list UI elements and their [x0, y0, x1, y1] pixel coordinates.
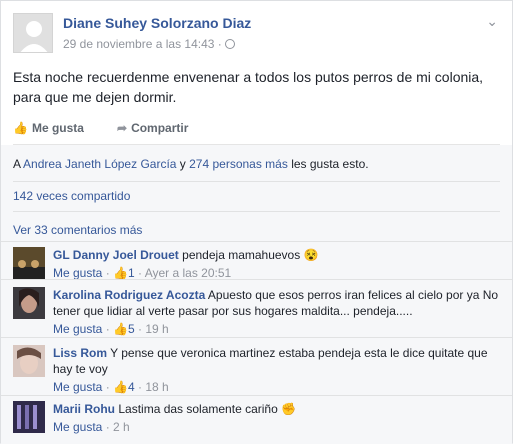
like-label: Me gusta [31, 121, 84, 135]
comment-like-link[interactable]: Me gusta [53, 266, 102, 280]
comment-text: Lastima das solamente cariño ✊ [118, 402, 297, 416]
comment-item: Liss Rom Y pense que veronica martinez e… [13, 345, 500, 395]
likes-suffix: les gusta esto. [287, 157, 369, 171]
separator-dot: · [105, 266, 110, 280]
commenter-name[interactable]: Marii Rohu [53, 402, 115, 416]
comment-item: Karolina Rodriguez Acozta Apuesto que es… [13, 287, 500, 337]
comment-body: GL Danny Joel Drouet pendeja mamahuevos … [53, 247, 500, 281]
commenter-avatar[interactable] [13, 345, 45, 377]
comment-meta: Me gusta · 2 h [53, 419, 500, 435]
post-card: Diane Suhey Solorzano Diaz 29 de noviemb… [0, 0, 513, 444]
commenter-avatar[interactable] [13, 401, 45, 433]
globe-icon [224, 39, 235, 49]
likes-prefix: A [13, 157, 24, 171]
comment-body: Liss Rom Y pense que veronica martinez e… [53, 345, 500, 395]
comment-like-count[interactable]: 5 [128, 322, 135, 336]
comment-like-link[interactable]: Me gusta [53, 322, 102, 336]
comment-like-count[interactable]: 4 [128, 380, 135, 394]
share-button[interactable]: ➦ Compartir [117, 121, 188, 135]
other-likers-link[interactable]: 274 personas más [189, 157, 288, 171]
commenter-name[interactable]: GL Danny Joel Drouet [53, 248, 179, 262]
share-arrow-icon: ➦ [117, 121, 128, 135]
commenter-avatar[interactable] [13, 247, 45, 279]
post-header: Diane Suhey Solorzano Diaz 29 de noviemb… [13, 13, 500, 57]
post-body: Esta noche recuerdenme envenenar a todos… [13, 69, 484, 105]
comment-time[interactable]: 19 h [145, 322, 168, 336]
divider [13, 211, 500, 212]
like-button[interactable]: 👍 Me gusta [13, 121, 84, 135]
divider [1, 241, 512, 242]
comment-item: Marii Rohu Lastima das solamente cariño … [13, 401, 500, 437]
comment-like-count[interactable]: 1 [128, 266, 135, 280]
divider [1, 337, 512, 338]
comment-body: Karolina Rodriguez Acozta Apuesto que es… [53, 287, 500, 337]
view-more-comments-link[interactable]: Ver 33 comentarios más [13, 223, 142, 237]
engagement-summary: A Andrea Janeth López García y 274 perso… [1, 145, 512, 241]
comment-meta: Me gusta · 👍4 · 18 h [53, 379, 500, 395]
author-avatar[interactable] [13, 13, 53, 53]
comment-text: pendeja mamahuevos 😵 [182, 248, 319, 262]
comment-meta: Me gusta · 👍5 · 19 h [53, 321, 500, 337]
likes-summary: A Andrea Janeth López García y 274 perso… [13, 157, 369, 171]
separator-dot: · [105, 420, 110, 434]
thumbs-up-icon: 👍 [113, 322, 128, 336]
thumbs-up-icon: 👍 [13, 121, 28, 135]
commenter-name[interactable]: Liss Rom [53, 346, 107, 360]
author-name[interactable]: Diane Suhey Solorzano Diaz [63, 15, 251, 31]
separator-dot: · [138, 380, 143, 394]
commenter-name[interactable]: Karolina Rodriguez Acozta [53, 288, 205, 302]
comment-like-link[interactable]: Me gusta [53, 420, 102, 434]
comment-time[interactable]: 18 h [145, 380, 168, 394]
comment-time[interactable]: Ayer a las 20:51 [145, 266, 232, 280]
timestamp-text[interactable]: 29 de noviembre a las 14:43 · [63, 37, 222, 51]
separator-dot: · [138, 322, 143, 336]
comment-item: GL Danny Joel Drouet pendeja mamahuevos … [13, 247, 500, 281]
divider [13, 181, 500, 182]
divider [1, 395, 512, 396]
avatar-image [13, 401, 45, 433]
separator-dot: · [105, 380, 110, 394]
comments-list: GL Danny Joel Drouet pendeja mamahuevos … [1, 241, 512, 444]
post-actions: 👍 Me gusta ➦ Compartir [13, 117, 500, 141]
separator-dot: · [138, 266, 143, 280]
comment-text: Y pense que veronica martinez estaba pen… [53, 346, 488, 376]
chevron-down-icon[interactable]: ⌄ [486, 13, 498, 30]
post-timestamp: 29 de noviembre a las 14:43 · [63, 37, 235, 51]
avatar-image [13, 345, 45, 377]
avatar-image [13, 247, 45, 279]
comment-body: Marii Rohu Lastima das solamente cariño … [53, 401, 500, 435]
avatar-image [13, 287, 45, 319]
likes-joiner: y [176, 157, 190, 171]
default-profile-icon [14, 14, 52, 52]
divider [1, 279, 512, 280]
liker-name-link[interactable]: Andrea Janeth López García [23, 157, 176, 171]
commenter-avatar[interactable] [13, 287, 45, 319]
comment-like-link[interactable]: Me gusta [53, 380, 102, 394]
thumbs-up-icon: 👍 [113, 380, 128, 394]
share-label: Compartir [131, 121, 189, 135]
comment-time[interactable]: 2 h [113, 420, 130, 434]
separator-dot: · [105, 322, 110, 336]
shares-count-link[interactable]: 142 veces compartido [13, 189, 130, 203]
